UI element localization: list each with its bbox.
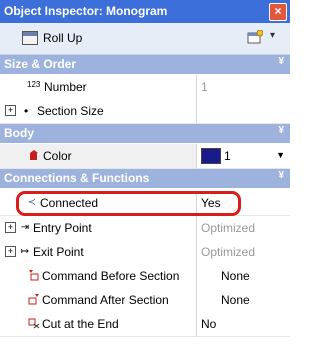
command-before-icon: [28, 270, 40, 281]
connected-highlight-ring: [16, 191, 241, 216]
number-value: 1: [201, 80, 208, 94]
chevron-down-icon[interactable]: ▼: [276, 150, 285, 160]
row-color[interactable]: Color 1 ▼: [0, 144, 290, 168]
number-prefix-icon: 123: [27, 80, 40, 95]
entry-point-icon: ⇥: [19, 222, 31, 233]
section-connections-label: Connections & Functions: [4, 171, 149, 185]
color-bucket-icon: [28, 150, 40, 161]
collapse-icon[interactable]: ¥: [278, 125, 284, 136]
number-prefix: 123: [27, 80, 40, 89]
command-after-icon: [28, 294, 40, 305]
cut-icon: [28, 318, 40, 329]
cut-at-end-label: Cut at the End: [42, 317, 119, 331]
expand-icon[interactable]: +: [5, 246, 16, 257]
row-command-before-label-cell: Command Before Section: [0, 264, 197, 289]
section-body-label: Body: [4, 126, 34, 140]
entry-point-label: Entry Point: [33, 221, 92, 235]
rollup-icon[interactable]: [22, 31, 38, 45]
row-entry-point-label-cell: + ⇥ Entry Point: [0, 216, 197, 241]
entry-point-value-cell[interactable]: Optimized: [197, 216, 290, 241]
section-connections[interactable]: Connections & Functions ¥: [0, 169, 290, 188]
rollup-button[interactable]: Roll Up: [43, 31, 82, 45]
command-before-value: None: [221, 269, 250, 283]
object-inspector-panel: Object Inspector: Monogram × Roll Up ▾ S…: [0, 0, 290, 356]
section-body[interactable]: Body ¥: [0, 124, 290, 143]
command-after-value-cell[interactable]: None: [197, 288, 290, 313]
row-command-after[interactable]: Command After Section None: [0, 288, 290, 312]
command-after-value: None: [221, 293, 250, 307]
number-value-cell[interactable]: 1: [197, 75, 290, 100]
section-size-order-label: Size & Order: [4, 57, 76, 71]
section-size-order[interactable]: Size & Order ¥: [0, 55, 290, 74]
entry-point-value: Optimized: [201, 221, 255, 235]
color-swatch[interactable]: [201, 148, 221, 164]
cut-at-end-value: No: [201, 317, 216, 331]
section-size-label: Section Size: [37, 104, 104, 118]
expand-icon[interactable]: +: [5, 105, 16, 116]
cut-at-end-value-cell[interactable]: No: [197, 312, 290, 337]
row-number-label-cell: 123 Number: [0, 75, 197, 100]
command-before-value-cell[interactable]: None: [197, 264, 290, 289]
row-command-before[interactable]: Command Before Section None: [0, 264, 290, 288]
command-before-label: Command Before Section: [42, 269, 179, 283]
collapse-icon[interactable]: ¥: [278, 170, 284, 181]
title-bar: Object Inspector: Monogram ×: [0, 0, 290, 23]
close-icon[interactable]: ×: [269, 3, 287, 21]
exit-point-value-cell[interactable]: Optimized: [197, 240, 290, 265]
color-value-cell[interactable]: 1 ▼: [197, 144, 290, 169]
exit-point-value: Optimized: [201, 245, 255, 259]
color-label: Color: [43, 149, 72, 163]
window-title: Object Inspector: Monogram: [4, 4, 167, 18]
properties-icon[interactable]: [247, 30, 263, 44]
row-section-size[interactable]: + • Section Size: [0, 99, 290, 123]
row-exit-point[interactable]: + ↦ Exit Point Optimized: [0, 240, 290, 264]
number-label: Number: [44, 80, 87, 94]
diamond-icon: •: [24, 104, 28, 118]
expand-icon[interactable]: +: [5, 222, 16, 233]
chevron-down-icon[interactable]: ▾: [270, 30, 275, 41]
section-size-value-cell[interactable]: [197, 99, 290, 124]
collapse-icon[interactable]: ¥: [278, 56, 284, 67]
exit-point-label: Exit Point: [33, 245, 84, 259]
row-exit-point-label-cell: + ↦ Exit Point: [0, 240, 197, 265]
row-command-after-label-cell: Command After Section: [0, 288, 197, 313]
row-number[interactable]: 123 Number 1: [0, 75, 290, 99]
row-cut-at-end[interactable]: Cut at the End No: [0, 312, 290, 336]
command-after-label: Command After Section: [42, 293, 169, 307]
toolbar: Roll Up ▾: [0, 23, 290, 55]
exit-point-icon: ↦: [19, 246, 31, 257]
row-cut-at-end-label-cell: Cut at the End: [0, 312, 197, 337]
color-value: 1: [224, 149, 231, 163]
row-section-size-label-cell: + • Section Size: [0, 99, 197, 124]
row-entry-point[interactable]: + ⇥ Entry Point Optimized: [0, 216, 290, 240]
row-color-label-cell: Color: [0, 144, 197, 169]
